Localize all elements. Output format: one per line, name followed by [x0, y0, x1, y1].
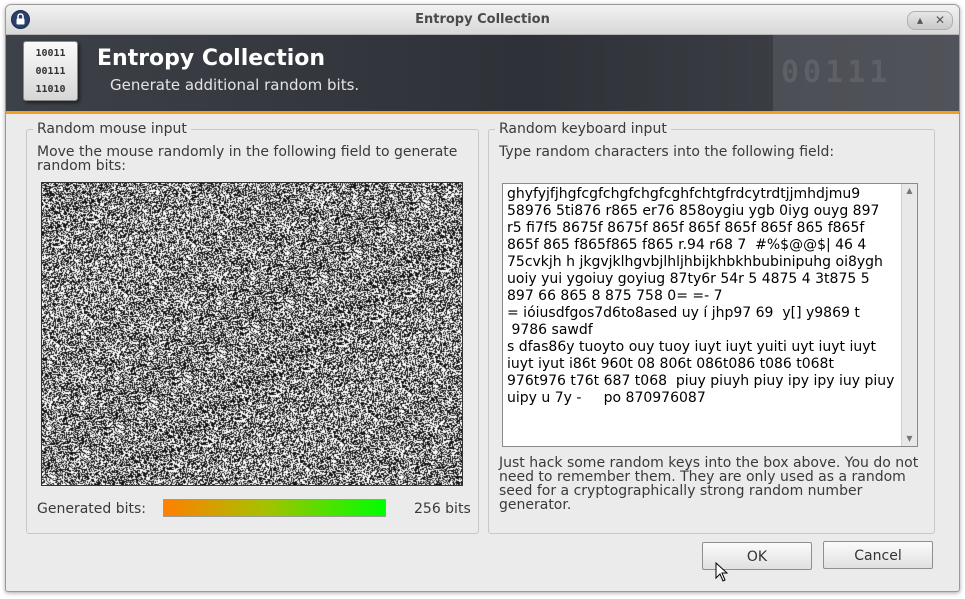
binary-data-icon: 10011 00111 11010 [23, 41, 78, 101]
banner-decoration-text: 00111 [781, 55, 892, 90]
entropy-collection-dialog: Entropy Collection ▴ ✕ 10011 00111 11010… [5, 4, 960, 592]
textarea-line: 58976 5ti876 r865 er76 858oygiu ygb 0iyg… [507, 203, 880, 219]
hint-line: need to remember them. They are only use… [499, 469, 906, 485]
textarea-line: 976t976 t76t 687 t068 piuy piuyh piuy ip… [507, 373, 895, 389]
banner-title: Entropy Collection [97, 46, 326, 71]
textarea-line: = ióiusdfgos7d6to8ased uy í jhp97 69 y[]… [507, 305, 860, 321]
mouse-instructions: Move the mouse randomly in the following… [37, 145, 457, 173]
scroll-up-icon[interactable]: ▲ [902, 184, 917, 198]
title-bar: Entropy Collection ▴ ✕ [6, 5, 959, 35]
maximize-icon[interactable]: ▴ [910, 12, 930, 29]
textarea-line: 75cvkjh h jkgvjklhgvbjlhljhbijkhbkhbubin… [507, 254, 883, 270]
textarea-line: s dfas86y tuoyto ouy tuoy iuyt iuyt yuit… [507, 339, 877, 355]
window-controls: ▴ ✕ [907, 11, 953, 30]
icon-line: 10011 [35, 48, 66, 59]
cancel-button[interactable]: Cancel [823, 541, 933, 569]
textarea-line: uipy u 7y - po 870976087 [507, 390, 706, 406]
hint-line: seed for a cryptographically strong rand… [499, 483, 863, 499]
textarea-line: iuyt iyut i86t 960t 08 806t 086t086 t086… [507, 356, 834, 372]
textarea-line: r5 fi7f5 8675f 8675f 865f 865f 865f 865f… [507, 220, 865, 236]
textarea-line: 9786 sawdf [507, 322, 593, 338]
banner-decoration: 00111 [773, 35, 959, 111]
mouse-group-label: Random mouse input [33, 121, 191, 137]
textarea-content: ghyfyjfjhgfcgfchgfchgfcghfchtgfrdcytrdtj… [507, 186, 899, 407]
banner-subtitle: Generate additional random bits. [110, 76, 360, 94]
textarea-scrollbar[interactable]: ▲ ▼ [901, 184, 917, 446]
header-banner: 10011 00111 11010 Entropy Collection Gen… [6, 35, 959, 114]
textarea-line: uoiy yui ygoiuy goyiug 87ty6r 54r 5 4875… [507, 271, 870, 287]
mouse-entropy-field[interactable] [41, 182, 463, 486]
instruction-line: random bits: [37, 158, 127, 174]
keyboard-group-label: Random keyboard input [495, 121, 671, 137]
scroll-down-icon[interactable]: ▼ [902, 432, 917, 446]
window-title: Entropy Collection [415, 12, 550, 27]
keyboard-instructions: Type random characters into the followin… [499, 144, 835, 160]
textarea-line: ghyfyjfjhgfcgfchgfchgfcghfchtgfrdcytrdtj… [507, 186, 861, 202]
close-icon[interactable]: ✕ [930, 12, 950, 29]
icon-line: 11010 [35, 84, 66, 95]
textarea-line: 897 66 865 8 875 758 0= =- 7 [507, 288, 723, 304]
mouse-cursor-icon [715, 562, 729, 582]
keyboard-hint: Just hack some random keys into the box … [499, 456, 918, 512]
hint-line: generator. [499, 497, 572, 513]
textarea-line: 865f 865 f865f865 f865 r.94 r68 7 #%$@@$… [507, 237, 867, 253]
icon-line: 00111 [35, 66, 66, 77]
hint-line: Just hack some random keys into the box … [499, 455, 919, 471]
generated-bits-progress [163, 499, 386, 517]
progress-fill [164, 500, 385, 516]
generated-bits-value: 256 bits [414, 501, 471, 517]
generated-bits-label: Generated bits: [37, 501, 146, 517]
instruction-line: Move the mouse randomly in the following… [37, 144, 458, 160]
random-keyboard-textarea[interactable]: ghyfyjfjhgfcgfchgfchgfcghfchtgfrdcytrdtj… [502, 183, 918, 447]
